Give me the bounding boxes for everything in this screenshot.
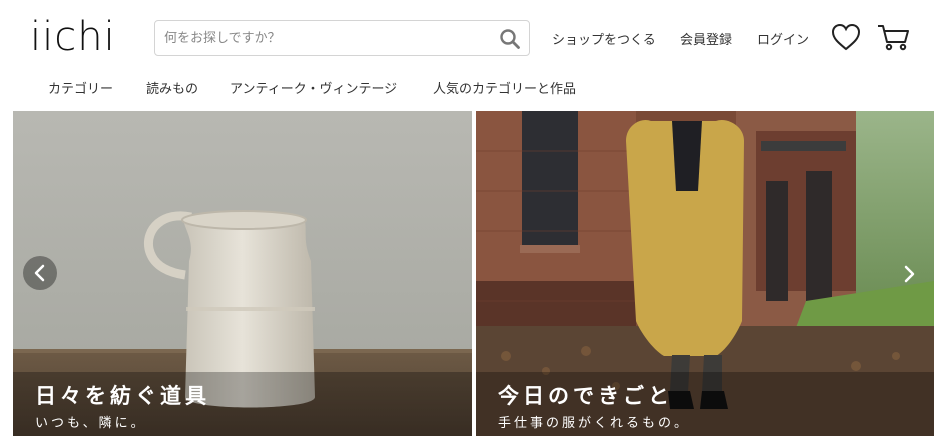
search-input[interactable] [155,21,485,55]
site-logo[interactable]: iichi [30,14,116,60]
site-header: iichi ショップをつくる 会員登録 ログイン カテゴリー 読みもの アンティ… [0,0,940,110]
nav-item-reading[interactable]: 読みもの [146,78,198,97]
slide-title: 日々を紡ぐ道具 [35,384,210,408]
nav-item-antique-vintage[interactable]: アンティーク・ヴィンテージ [230,78,397,97]
carousel-prev-button[interactable] [23,256,57,290]
login-link[interactable]: ログイン [757,29,809,48]
slide-caption: 日々を紡ぐ道具 いつも、隣に。 [13,372,472,436]
carousel-slide-today[interactable]: 今日のできごと 手仕事の服がくれるもの。 [476,111,934,436]
chevron-right-icon [904,265,915,283]
search-icon[interactable] [499,28,521,50]
nav-item-popular[interactable]: 人気のカテゴリーと作品 [433,78,576,97]
search-box [154,20,530,56]
carousel-next-button[interactable] [892,257,926,291]
category-nav: カテゴリー 読みもの アンティーク・ヴィンテージ 人気のカテゴリーと作品 [0,78,940,102]
chevron-left-icon [34,264,45,282]
cart-icon[interactable] [876,22,910,52]
slide-title: 今日のできごと [498,384,673,408]
slide-subtitle: いつも、隣に。 [35,416,147,431]
heart-icon[interactable] [830,22,862,52]
carousel-slide-tools[interactable]: 日々を紡ぐ道具 いつも、隣に。 [13,111,472,436]
open-shop-link[interactable]: ショップをつくる [552,29,656,48]
slide-caption: 今日のできごと 手仕事の服がくれるもの。 [476,372,934,436]
register-link[interactable]: 会員登録 [680,29,732,48]
nav-item-categories[interactable]: カテゴリー [48,78,113,97]
slide-subtitle: 手仕事の服がくれるもの。 [498,416,691,431]
